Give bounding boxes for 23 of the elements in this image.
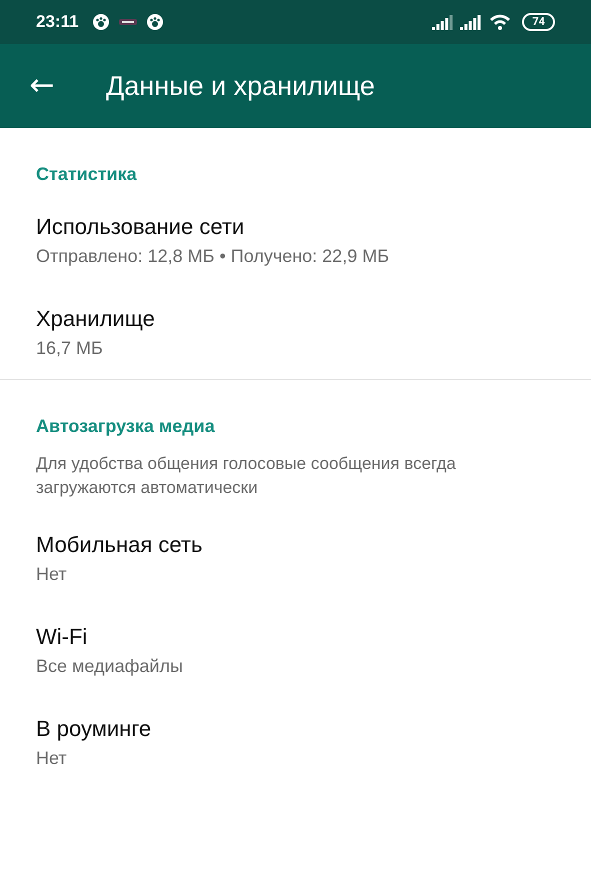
signal-icon (460, 14, 482, 30)
signal-icon (432, 14, 454, 30)
paw-icon (92, 14, 109, 30)
battery-icon: 74 (522, 13, 555, 31)
setting-title[interactable]: Использование сети (36, 212, 555, 242)
setting-value: Все медиафайлы (36, 655, 184, 678)
setting-title[interactable]: Мобильная сеть (36, 530, 555, 560)
setting-value: Нет (36, 563, 68, 586)
paw-icon (146, 14, 163, 30)
wifi-icon (488, 13, 512, 31)
section-header: Статистика (35, 164, 138, 185)
setting-title[interactable]: Wi-Fi (36, 622, 555, 652)
setting-value: Нет (36, 747, 68, 770)
setting-title[interactable]: В роуминге (36, 714, 555, 744)
screen-title: Данные и хранилище (106, 70, 375, 102)
clock: 23:11 (36, 12, 79, 32)
section-header: Автозагрузка медиа (35, 416, 216, 437)
section-note: Для удобства общения голосовые сообщения всегда загружаются автоматически (35, 453, 457, 499)
notification-icon (118, 19, 137, 25)
setting-title[interactable]: Хранилище (36, 304, 555, 334)
setting-value: Отправлено: 12,8 МБ • Получено: 22,9 МБ (36, 245, 390, 268)
setting-value: 16,7 МБ (36, 337, 104, 360)
back-button[interactable]: ← (24, 71, 60, 101)
